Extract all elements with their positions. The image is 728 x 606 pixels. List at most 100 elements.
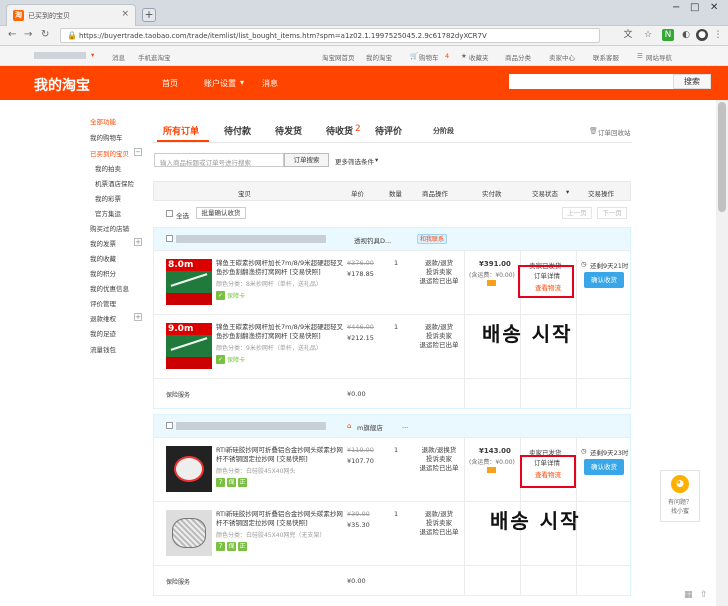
next-page-button[interactable]: 下一页 (597, 207, 627, 219)
close-window-button[interactable]: ✕ (710, 2, 718, 13)
sidebar-item-reviews[interactable]: 评价管理 (90, 298, 116, 308)
translate-icon[interactable]: 文 (622, 29, 634, 41)
chevron-down-icon[interactable]: ▾ (375, 156, 378, 164)
select-all-checkbox[interactable] (166, 210, 173, 217)
refund-link[interactable]: 退款/退货 (419, 323, 459, 332)
refund-link[interactable]: 退款/退换货 (419, 446, 459, 455)
tab-phased[interactable]: 分阶段 (433, 126, 454, 136)
header-nav-account-settings[interactable]: 账户设置 (204, 78, 236, 89)
site-nav-my-taobao[interactable]: 我的淘宝 (366, 52, 392, 62)
product-thumbnail[interactable] (166, 446, 212, 492)
order-checkbox[interactable] (166, 235, 173, 242)
site-map-icon[interactable]: ☰ (637, 52, 643, 60)
expand-icon[interactable]: + (134, 313, 142, 321)
sidebar-item-travel[interactable]: 机票酒店保险 (95, 178, 134, 188)
tab-all-orders[interactable]: 所有订单 (163, 124, 199, 137)
expand-icon[interactable]: + (134, 238, 142, 246)
return-insurance-link[interactable]: 退运险已出单 (419, 277, 459, 286)
tab-pending-shipment[interactable]: 待发货 (275, 124, 302, 137)
col-status[interactable]: 交易状态 (532, 188, 558, 198)
bookmark-star-icon[interactable]: ☆ (642, 29, 654, 41)
product-title[interactable]: 锦鱼王碳素抄网杆加长7m/8/9米超硬超轻叉鱼抄鱼割翻渔捞打窝网杆 [交易快照] (216, 259, 346, 277)
help-assistant-widget[interactable]: ◕ 有问题？ 找小蜜 (660, 470, 700, 522)
sidebar-item-shipping[interactable]: 官方集运 (95, 208, 121, 218)
sidebar-item-refunds[interactable]: 退款维权 (90, 313, 116, 323)
site-nav-favorites[interactable]: 收藏夹 (469, 52, 489, 62)
complain-link[interactable]: 投诉卖家 (419, 268, 459, 277)
new-tab-button[interactable]: + (142, 8, 156, 22)
reload-icon[interactable]: ↻ (41, 29, 49, 40)
my-taobao-logo[interactable]: 我的淘宝 (34, 75, 90, 95)
complain-link[interactable]: 投诉卖家 (419, 332, 459, 341)
return-insurance-link[interactable]: 退运险已出单 (419, 341, 459, 350)
cart-icon[interactable]: 🛒 (410, 52, 418, 60)
tab-pending-review[interactable]: 待评价 (375, 124, 402, 137)
maximize-button[interactable]: □ (690, 2, 699, 13)
confirm-receipt-button[interactable]: 确认收货 (584, 272, 624, 288)
sidebar-item-points[interactable]: 我的积分 (90, 268, 116, 278)
product-thumbnail[interactable]: 9.0m (166, 323, 212, 369)
site-nav-seller-center[interactable]: 卖家中心 (549, 52, 575, 62)
site-nav-mobile[interactable]: 手机逛淘宝 (138, 52, 171, 62)
trash-icon[interactable]: 🗑 (589, 127, 598, 135)
confirm-receipt-button[interactable]: 确认收货 (584, 459, 624, 475)
tab-pending-receipt[interactable]: 待收货 (326, 124, 353, 137)
service-tags[interactable]: 7保正 (216, 542, 249, 551)
site-nav-cart[interactable]: 购物车 (419, 52, 439, 62)
sidebar-item-coupons[interactable]: 我的优惠信息 (90, 283, 129, 293)
sidebar-item-lottery[interactable]: 我的彩票 (95, 193, 121, 203)
browser-tab[interactable]: 淘 已买到的宝贝 × (6, 4, 136, 26)
sidebar-item-shops[interactable]: 购买过的店铺 (90, 223, 129, 233)
contact-seller-badge[interactable]: 和我联系 (417, 234, 448, 244)
product-title[interactable]: RTI新硅胶抄网可折叠铝合金抄网头碳素抄网杆不锈钢固定拉抄网 [交易快照] (216, 510, 346, 528)
batch-confirm-button[interactable]: 批量确认收货 (196, 207, 246, 219)
guarantee-tag[interactable]: ✓ 保障卡 (216, 355, 245, 364)
sidebar-item-all-functions[interactable]: 全部功能 (90, 116, 116, 126)
header-nav-home[interactable]: 首页 (162, 78, 178, 89)
guarantee-tag[interactable]: ✓ 保障卡 (216, 291, 245, 300)
back-icon[interactable]: ← (8, 29, 16, 40)
sidebar-item-data-wallet[interactable]: 流量钱包 (90, 344, 116, 354)
shop-name[interactable]: 透视钓具D... (354, 235, 391, 245)
sidebar-item-cart[interactable]: 我的购物车 (90, 132, 123, 142)
complain-link[interactable]: 投诉卖家 (419, 519, 459, 528)
chevron-down-icon[interactable]: ▾ (91, 51, 94, 59)
star-icon[interactable]: ★ (461, 52, 467, 60)
order-search-input[interactable]: 输入商品标题或订单号进行搜索 (154, 153, 284, 167)
return-insurance-link[interactable]: 退运险已出单 (419, 528, 459, 537)
qr-code-icon[interactable]: ▦ (684, 590, 693, 600)
menu-kebab-icon[interactable]: ⋮ (712, 29, 724, 41)
sidebar-item-favorites[interactable]: 我的收藏 (90, 253, 116, 263)
header-search-button[interactable]: 搜索 (673, 74, 711, 89)
prev-page-button[interactable]: 上一页 (562, 207, 592, 219)
back-to-top-icon[interactable]: ⇧ (700, 590, 708, 600)
site-nav-customer-service[interactable]: 联系客服 (593, 52, 619, 62)
tab-pending-payment[interactable]: 待付款 (224, 124, 251, 137)
extension-shield-icon[interactable]: ◐ (680, 29, 692, 41)
product-thumbnail[interactable]: 8.0m (166, 259, 212, 305)
chevron-down-icon[interactable]: ▾ (240, 78, 244, 87)
refund-link[interactable]: 退款/退货 (419, 510, 459, 519)
scrollbar-thumb[interactable] (718, 102, 726, 212)
sidebar-item-bought[interactable]: 已买到的宝贝 (90, 148, 129, 158)
chevron-down-icon[interactable]: ▾ (566, 188, 569, 196)
product-thumbnail[interactable] (166, 510, 212, 556)
return-insurance-link[interactable]: 退运险已出单 (419, 464, 459, 473)
more-filters-link[interactable]: 更多筛选条件 (335, 156, 374, 166)
product-title[interactable]: RTI新硅胶抄网可折叠铝合金抄网头碳素抄网杆不锈钢固定拉抄网 [交易快照] (216, 446, 346, 464)
site-nav-categories[interactable]: 商品分类 (505, 52, 531, 62)
site-nav-home[interactable]: 淘宝网首页 (322, 52, 355, 62)
forward-icon[interactable]: → (24, 29, 32, 40)
service-tags[interactable]: 7保正 (216, 478, 249, 487)
collapse-icon[interactable]: − (134, 148, 142, 156)
profile-avatar-icon[interactable]: ● (696, 29, 708, 41)
sidebar-item-footprints[interactable]: 我的足迹 (90, 328, 116, 338)
order-search-button[interactable]: 订单搜索 (284, 153, 329, 167)
tab-close-icon[interactable]: × (121, 9, 129, 19)
refund-link[interactable]: 退款/退货 (419, 259, 459, 268)
shop-name[interactable]: m旗舰店 (357, 422, 383, 432)
header-nav-messages[interactable]: 消息 (262, 78, 278, 89)
product-title[interactable]: 锦鱼王碳素抄网杆加长7m/8/9米超硬超轻叉鱼抄鱼割翻渔捞打窝网杆 [交易快照] (216, 323, 346, 341)
site-nav-messages[interactable]: 消息 (112, 52, 125, 62)
extension-icon[interactable]: N (662, 29, 674, 41)
